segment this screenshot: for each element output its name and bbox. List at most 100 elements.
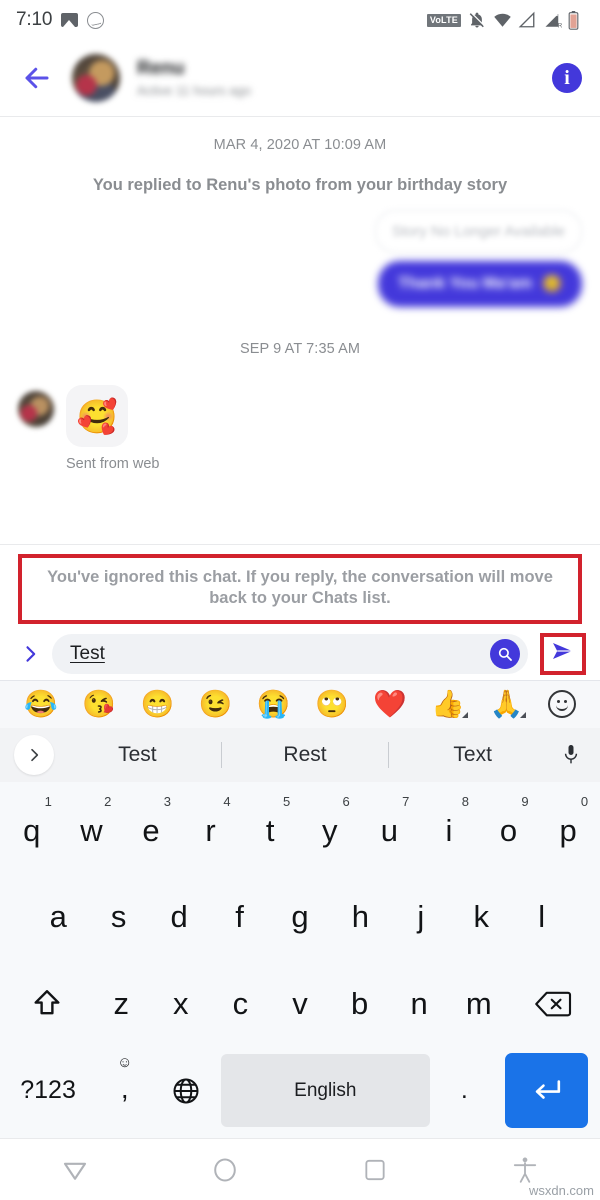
emoji-item-7[interactable]: 👍 bbox=[431, 690, 468, 718]
key-l[interactable]: l bbox=[512, 874, 572, 961]
keyboard-row-4: ?123 ☺ , English . bbox=[2, 1047, 598, 1134]
status-bar-right: VoLTE R bbox=[426, 11, 586, 30]
key-w-number: 2 bbox=[104, 793, 112, 809]
key-q[interactable]: 1q bbox=[2, 788, 62, 875]
emoji-item-2[interactable]: 😁 bbox=[141, 690, 175, 718]
key-y[interactable]: 6y bbox=[300, 788, 360, 875]
notifications-muted-icon bbox=[468, 11, 486, 29]
emoji-item-0[interactable]: 😂 bbox=[24, 690, 58, 718]
recents-nav-icon[interactable] bbox=[300, 1157, 450, 1183]
key-z[interactable]: z bbox=[91, 961, 151, 1048]
key-p[interactable]: 0p bbox=[538, 788, 598, 875]
keyboard-row-2: a s d f g h j k l bbox=[2, 874, 598, 961]
search-icon[interactable] bbox=[490, 638, 520, 669]
key-b[interactable]: b bbox=[330, 961, 390, 1048]
header-text-group[interactable]: Renu Active 11 hours ago bbox=[137, 59, 251, 97]
key-w[interactable]: 2w bbox=[62, 788, 122, 875]
key-c[interactable]: c bbox=[211, 961, 271, 1048]
space-key[interactable]: English bbox=[220, 1054, 430, 1127]
space-key-wrapper: English bbox=[217, 1047, 434, 1134]
key-p-label: p bbox=[559, 812, 577, 848]
suggestion-items: Test Rest Text bbox=[54, 741, 556, 768]
suggestion-bar: Test Rest Text bbox=[0, 727, 600, 782]
ignored-chat-banner-text: You've ignored this chat. If you reply, … bbox=[47, 568, 553, 607]
emoji-item-3[interactable]: 😉 bbox=[199, 690, 233, 718]
sticker-caption: Sent from web bbox=[66, 456, 160, 473]
timestamp-divider-1: MAR 4, 2020 AT 10:09 AM bbox=[213, 137, 387, 153]
suggestion-item-2[interactable]: Text bbox=[389, 743, 556, 767]
avatar[interactable] bbox=[72, 54, 120, 102]
emoji-item-5[interactable]: 🙄 bbox=[315, 690, 349, 718]
key-i[interactable]: 8i bbox=[419, 788, 479, 875]
key-g[interactable]: g bbox=[270, 874, 330, 961]
key-n[interactable]: n bbox=[389, 961, 449, 1048]
emoji-item-6[interactable]: ❤️ bbox=[373, 690, 407, 718]
contact-name: Renu bbox=[137, 58, 185, 79]
backspace-icon[interactable] bbox=[509, 961, 598, 1048]
system-navigation-bar: wsxdn.com bbox=[0, 1138, 600, 1200]
signal-no-sim-icon bbox=[518, 11, 536, 29]
story-bubble-row: Story No Longer Available bbox=[18, 210, 582, 254]
key-i-number: 8 bbox=[461, 793, 469, 809]
svg-text:R: R bbox=[558, 24, 563, 30]
key-t[interactable]: 5t bbox=[240, 788, 300, 875]
back-nav-icon[interactable] bbox=[0, 1155, 150, 1185]
back-button[interactable] bbox=[22, 63, 52, 93]
emoji-item-1[interactable]: 😘 bbox=[82, 690, 116, 718]
sender-avatar[interactable] bbox=[18, 391, 54, 428]
key-s[interactable]: s bbox=[88, 874, 148, 961]
emoji-item-8[interactable]: 🙏 bbox=[490, 690, 526, 718]
ignored-chat-highlight-box: You've ignored this chat. If you reply, … bbox=[18, 554, 582, 624]
volte-badge: VoLTE bbox=[426, 13, 461, 27]
key-i-label: i bbox=[445, 812, 453, 848]
key-x[interactable]: x bbox=[151, 961, 211, 1048]
wifi-icon bbox=[493, 11, 511, 29]
send-button-highlight-box[interactable] bbox=[540, 632, 586, 675]
ignored-chat-banner-wrapper: You've ignored this chat. If you reply, … bbox=[0, 544, 600, 628]
suggestion-item-1[interactable]: Rest bbox=[222, 743, 389, 767]
message-input-value: Test bbox=[70, 642, 105, 664]
info-button[interactable]: i bbox=[552, 63, 582, 93]
home-nav-icon[interactable] bbox=[150, 1156, 300, 1184]
key-o-number: 9 bbox=[521, 793, 529, 809]
key-o[interactable]: 9o bbox=[479, 788, 539, 875]
accessibility-nav-icon[interactable] bbox=[450, 1156, 600, 1184]
key-m[interactable]: m bbox=[449, 961, 509, 1048]
key-p-number: 0 bbox=[580, 793, 589, 809]
key-h[interactable]: h bbox=[330, 874, 390, 961]
symbols-key[interactable]: ?123 bbox=[2, 1047, 94, 1134]
key-r-label: r bbox=[205, 812, 216, 848]
key-a[interactable]: a bbox=[28, 874, 88, 961]
chevron-right-icon[interactable] bbox=[20, 643, 40, 665]
key-j[interactable]: j bbox=[391, 874, 451, 961]
key-d[interactable]: d bbox=[149, 874, 209, 961]
message-input[interactable]: Test bbox=[52, 633, 528, 674]
photo-icon bbox=[61, 13, 79, 27]
key-k[interactable]: k bbox=[451, 874, 511, 961]
enter-icon[interactable] bbox=[505, 1053, 588, 1128]
key-v[interactable]: v bbox=[270, 961, 330, 1048]
mic-icon[interactable] bbox=[556, 742, 586, 768]
smiley-outline-icon[interactable] bbox=[547, 690, 576, 719]
sticker-bubble[interactable]: 🥰 bbox=[66, 385, 128, 448]
sent-message-bubble[interactable]: Thank You Ma'am 😊 bbox=[378, 261, 582, 308]
key-f[interactable]: f bbox=[209, 874, 269, 961]
story-unavailable-bubble[interactable]: Story No Longer Available bbox=[374, 210, 582, 254]
sent-message-emoji: 😊 bbox=[542, 276, 562, 294]
key-e[interactable]: 3e bbox=[121, 788, 181, 875]
battery-icon bbox=[568, 11, 586, 30]
comma-key-emoji: ☺ bbox=[117, 1054, 133, 1072]
period-key[interactable]: . bbox=[434, 1047, 495, 1134]
sent-bubble-row: Thank You Ma'am 😊 bbox=[18, 261, 582, 308]
system-note: You replied to Renu's photo from your bi… bbox=[92, 176, 508, 194]
key-r[interactable]: 4r bbox=[181, 788, 241, 875]
globe-icon[interactable] bbox=[156, 1047, 217, 1134]
key-y-label: y bbox=[322, 812, 338, 848]
key-u[interactable]: 7u bbox=[360, 788, 420, 875]
comma-key[interactable]: ☺ , bbox=[94, 1047, 155, 1134]
suggestion-expand-button[interactable] bbox=[14, 734, 54, 775]
suggestion-item-0[interactable]: Test bbox=[54, 743, 221, 767]
key-y-number: 6 bbox=[342, 793, 350, 809]
shift-icon[interactable] bbox=[2, 961, 91, 1048]
emoji-item-4[interactable]: 😭 bbox=[257, 690, 291, 718]
